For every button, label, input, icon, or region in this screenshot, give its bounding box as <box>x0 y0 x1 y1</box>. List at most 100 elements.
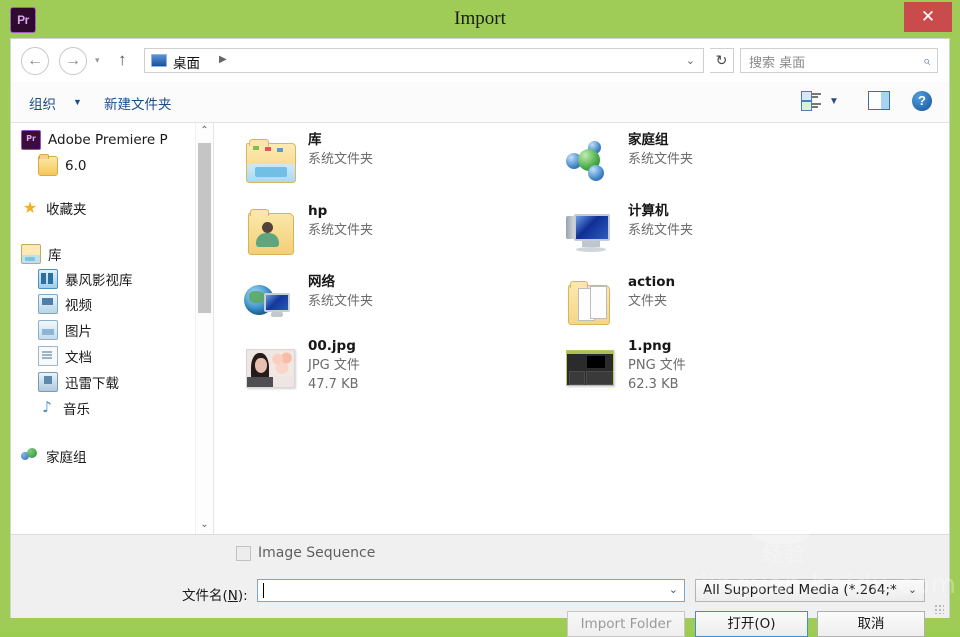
file-item[interactable]: 00.jpg JPG 文件 47.7 KB <box>224 337 524 409</box>
sidebar-scrollbar[interactable]: ⌃ ⌄ <box>195 123 213 534</box>
documents-icon <box>38 346 58 366</box>
scroll-up-icon[interactable]: ⌃ <box>196 123 213 140</box>
file-item[interactable]: 计算机 系统文件夹 <box>544 202 844 274</box>
close-button[interactable]: ✕ <box>904 2 952 32</box>
view-icon-line-1 <box>812 93 821 95</box>
file-list-pane: 库 系统文件夹 hp 系统文件夹 网络 系统文件夹 00.jpg JPG 文件 … <box>214 123 949 534</box>
file-type: 系统文件夹 <box>308 152 374 167</box>
folder-icon <box>38 154 58 176</box>
pr-icon: Pr <box>21 130 41 150</box>
address-dropdown-icon[interactable]: ⌄ <box>686 54 695 67</box>
breadcrumb-chevron-icon[interactable]: ▶ <box>219 54 227 65</box>
file-text-block: 网络 系统文件夹 <box>308 273 373 311</box>
file-type: 系统文件夹 <box>628 223 694 238</box>
organize-caret-icon[interactable]: ▼ <box>73 97 82 107</box>
library-icon <box>21 244 41 264</box>
scroll-down-icon[interactable]: ⌄ <box>196 517 213 534</box>
view-icon-line-3 <box>812 103 821 105</box>
window-title: Import <box>454 8 506 29</box>
file-type: 系统文件夹 <box>628 152 694 167</box>
sidebar-item-music[interactable]: ♪ 音乐 <box>38 397 90 419</box>
photo-thumbnail <box>242 341 296 393</box>
view-caret-icon[interactable]: ▼ <box>829 96 839 107</box>
filename-input[interactable]: ⌄ <box>257 579 685 602</box>
sidebar-item-label: 迅雷下载 <box>65 376 119 392</box>
sidebar-item-documents[interactable]: 文档 <box>38 345 92 367</box>
checkbox-box[interactable] <box>236 545 251 561</box>
sidebar-item-libraries[interactable]: 库 <box>21 243 62 265</box>
dialog-footer: Image Sequence 文件名(N): ⌄ All Supported M… <box>11 534 949 637</box>
homegroup-icon <box>562 135 616 187</box>
navigation-pane: Pr Adobe Premiere P 6.0 ★ 收藏夹 库 暴风影视库 视频… <box>11 123 214 534</box>
sidebar-item-favorites[interactable]: ★ 收藏夹 <box>21 197 87 219</box>
file-type-filter[interactable]: All Supported Media (*.264;* ⌄ <box>695 579 925 602</box>
image-sequence-checkbox[interactable]: Image Sequence <box>236 545 375 561</box>
filter-dropdown-icon[interactable]: ⌄ <box>908 583 917 596</box>
address-bar[interactable]: 桌面 ▶ ⌄ <box>144 48 704 73</box>
downloads-icon <box>38 372 58 392</box>
cancel-button[interactable]: 取消 <box>817 611 925 637</box>
open-button[interactable]: 打开(O) <box>695 611 808 637</box>
sidebar-item-label: 家庭组 <box>46 450 87 466</box>
homegroup-icon <box>21 447 39 465</box>
file-item[interactable]: hp 系统文件夹 <box>224 202 524 274</box>
help-icon[interactable]: ? <box>912 91 932 111</box>
resize-grip-icon[interactable] <box>934 604 944 614</box>
file-item[interactable]: 1.png PNG 文件 62.3 KB <box>544 337 844 409</box>
sidebar-item-baofeng-video[interactable]: 暴风影视库 <box>38 268 133 290</box>
file-type: PNG 文件 <box>628 358 686 373</box>
file-name: 计算机 <box>628 203 669 219</box>
back-button[interactable]: ← <box>21 47 49 75</box>
import-folder-button[interactable]: Import Folder <box>567 611 685 637</box>
up-button[interactable]: ↑ <box>118 50 127 70</box>
recent-locations-icon[interactable]: ▾ <box>95 55 100 66</box>
forward-button[interactable]: → <box>59 47 87 75</box>
filename-dropdown-icon[interactable]: ⌄ <box>669 583 678 596</box>
sidebar-item-label: 视频 <box>65 298 92 314</box>
file-type: 文件夹 <box>628 294 668 309</box>
organize-button[interactable]: 组织 <box>29 93 56 113</box>
file-item[interactable]: action 文件夹 <box>544 273 844 345</box>
sidebar-item-label: 暴风影视库 <box>65 273 133 289</box>
file-item[interactable]: 网络 系统文件夹 <box>224 273 524 345</box>
file-text-block: 家庭组 系统文件夹 <box>628 131 693 169</box>
filename-label: 文件名(N): <box>182 584 248 604</box>
new-folder-button[interactable]: 新建文件夹 <box>104 93 172 113</box>
sidebar-item-pictures[interactable]: 图片 <box>38 319 92 341</box>
file-name: hp <box>308 203 328 219</box>
view-mode-icon[interactable] <box>801 91 821 111</box>
file-text-block: 00.jpg JPG 文件 47.7 KB <box>308 337 360 394</box>
screenshot-thumbnail <box>562 341 616 393</box>
file-item[interactable]: 家庭组 系统文件夹 <box>544 131 844 203</box>
video-icon <box>38 294 58 314</box>
pictures-icon <box>38 320 58 340</box>
sidebar-item-label: 音乐 <box>63 402 90 418</box>
view-icon-line-2 <box>812 96 818 98</box>
sidebar-item-adobe-premiere[interactable]: Pr Adobe Premiere P <box>21 129 168 151</box>
star-icon: ★ <box>22 198 38 217</box>
file-type: JPG 文件 <box>308 358 360 373</box>
command-toolbar: 组织 ▼ 新建文件夹 ▼ ? <box>11 82 949 123</box>
scrollbar-thumb[interactable] <box>198 143 211 313</box>
network-icon <box>242 277 296 329</box>
breadcrumb[interactable]: 桌面 <box>173 52 200 72</box>
sidebar-item-thunder-downloads[interactable]: 迅雷下载 <box>38 371 119 393</box>
file-name: 家庭组 <box>628 132 669 148</box>
search-input[interactable]: 搜索 桌面 ⌕ <box>740 48 938 73</box>
file-item[interactable]: 库 系统文件夹 <box>224 131 524 203</box>
refresh-button[interactable]: ↻ <box>710 48 734 73</box>
files-folder-icon <box>562 277 616 329</box>
view-icon-box-2 <box>801 101 812 111</box>
file-text-block: action 文件夹 <box>628 273 675 311</box>
sidebar-item-label: Adobe Premiere P <box>48 132 168 148</box>
desktop-icon <box>151 54 167 67</box>
library-folder-icon <box>242 135 296 187</box>
file-size: 47.7 KB <box>308 377 359 392</box>
sidebar-item-homegroup[interactable]: 家庭组 <box>21 445 87 467</box>
title-bar: Pr Import ✕ <box>0 0 960 38</box>
sidebar-item-videos[interactable]: 视频 <box>38 293 92 315</box>
preview-pane-icon[interactable] <box>868 91 890 110</box>
sidebar-item-label: 库 <box>48 248 62 264</box>
file-type: 系统文件夹 <box>308 294 374 309</box>
sidebar-item-60[interactable]: 6.0 <box>38 154 86 177</box>
